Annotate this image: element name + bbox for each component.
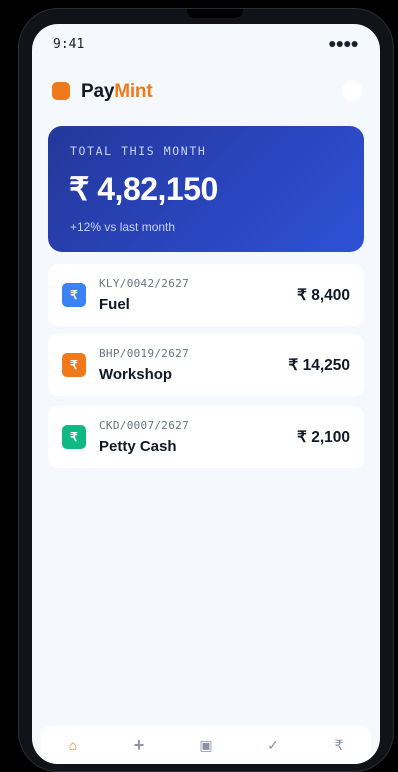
transaction-category: Workshop (99, 366, 173, 383)
check-icon[interactable]: ✓ (253, 734, 293, 756)
monthly-change-text: +12% vs last month (70, 220, 176, 234)
brand-name-part2: Mint (114, 81, 153, 102)
phone-frame: 9:41 ●●●● PayMint TOTAL THIS MONTH ₹ 4,8… (18, 8, 394, 772)
transaction-code: CKD/0007/2627 (99, 419, 189, 432)
avatar[interactable] (342, 81, 362, 101)
add-icon[interactable]: + (119, 734, 159, 756)
scan-icon[interactable]: ▣ (186, 734, 226, 756)
transaction-amount: ₹ 14,250 (288, 357, 350, 374)
app-header: PayMint (52, 76, 362, 112)
logo-icon (52, 82, 70, 100)
transaction-amount: ₹ 2,100 (297, 429, 350, 446)
rupee-icon: ₹ (62, 283, 86, 307)
signal-dots-icon: ●●●● (328, 35, 359, 51)
app-screen: 9:41 ●●●● PayMint TOTAL THIS MONTH ₹ 4,8… (32, 24, 380, 764)
transaction-code: KLY/0042/2627 (99, 277, 189, 290)
bottom-tab-bar: ⌂ + ▣ ✓ ₹ (41, 726, 371, 764)
monthly-total-amount: ₹ 4,82,150 (69, 171, 218, 207)
transaction-code: BHP/0019/2627 (99, 347, 189, 360)
status-bar: 9:41 ●●●● (32, 24, 380, 64)
transaction-category: Petty Cash (99, 438, 177, 455)
monthly-total-label: TOTAL THIS MONTH (70, 144, 207, 158)
rupee-icon: ₹ (62, 425, 86, 449)
monthly-total-card[interactable]: TOTAL THIS MONTH ₹ 4,82,150 +12% vs last… (48, 126, 364, 252)
camera-notch (187, 9, 243, 18)
transaction-card[interactable]: ₹ CKD/0007/2627 Petty Cash ₹ 2,100 (48, 406, 364, 468)
brand-name-part1: Pay (81, 81, 115, 102)
transaction-amount: ₹ 8,400 (297, 287, 350, 304)
rupee-icon[interactable]: ₹ (319, 734, 359, 756)
home-icon[interactable]: ⌂ (53, 734, 93, 756)
transaction-card[interactable]: ₹ BHP/0019/2627 Workshop ₹ 14,250 (48, 334, 364, 396)
transaction-card[interactable]: ₹ KLY/0042/2627 Fuel ₹ 8,400 (48, 264, 364, 326)
brand-name: PayMint (81, 81, 153, 103)
transaction-category: Fuel (99, 296, 130, 313)
status-time: 9:41 (53, 37, 85, 52)
rupee-icon: ₹ (62, 353, 86, 377)
